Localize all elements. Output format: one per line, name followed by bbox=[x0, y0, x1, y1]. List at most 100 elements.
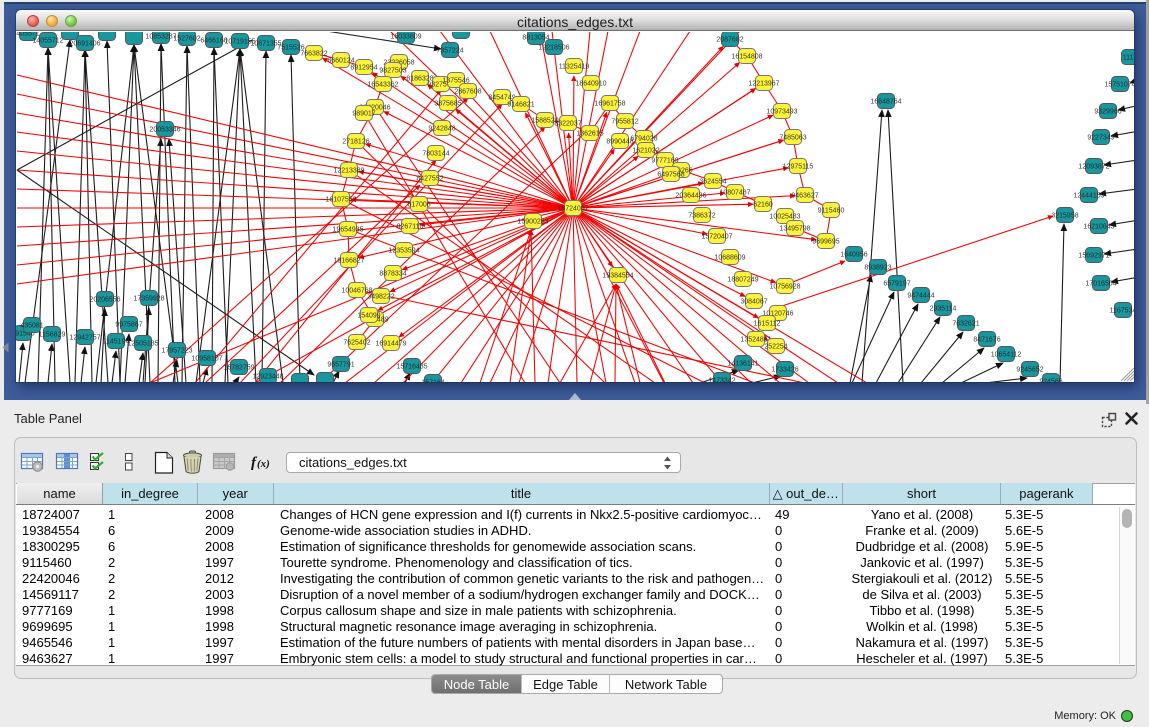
svg-text:13495798: 13495798 bbox=[779, 226, 810, 233]
svg-text:3498222: 3498222 bbox=[367, 294, 394, 301]
svg-text:3215958: 3215958 bbox=[1051, 213, 1078, 220]
svg-text:18807249: 18807249 bbox=[727, 277, 758, 284]
svg-text:19384554: 19384554 bbox=[602, 273, 633, 280]
svg-text:9827503: 9827503 bbox=[379, 68, 406, 75]
svg-text:15720407: 15720407 bbox=[701, 234, 732, 241]
svg-text:1156829: 1156829 bbox=[39, 332, 66, 339]
svg-text:2935114: 2935114 bbox=[930, 306, 957, 313]
svg-text:8912954: 8912954 bbox=[350, 65, 377, 72]
svg-text:435081: 435081 bbox=[20, 323, 43, 330]
svg-text:12213967: 12213967 bbox=[748, 81, 779, 88]
svg-text:9115460: 9115460 bbox=[818, 208, 845, 215]
svg-text:7625402: 7625402 bbox=[343, 340, 370, 347]
svg-text:9975867: 9975867 bbox=[115, 322, 142, 329]
svg-text:7663822: 7663822 bbox=[300, 51, 327, 58]
svg-text:18724007: 18724007 bbox=[557, 206, 588, 213]
svg-text:9227349: 9227349 bbox=[1087, 135, 1114, 142]
svg-text:8454749: 8454749 bbox=[488, 95, 515, 102]
svg-text:20691406: 20691406 bbox=[69, 41, 100, 48]
svg-text:3084067: 3084067 bbox=[740, 299, 767, 306]
svg-text:9245652: 9245652 bbox=[1016, 367, 1043, 374]
svg-text:252254: 252254 bbox=[764, 344, 787, 351]
svg-text:16543362: 16543362 bbox=[367, 82, 398, 89]
svg-text:17957223: 17957223 bbox=[161, 348, 192, 355]
svg-text:20206556: 20206556 bbox=[89, 297, 120, 304]
svg-text:9463627: 9463627 bbox=[791, 193, 818, 200]
svg-text:10958107: 10958107 bbox=[191, 356, 222, 363]
svg-text:2718126: 2718126 bbox=[342, 139, 369, 146]
svg-text:8878334: 8878334 bbox=[379, 271, 406, 278]
svg-text:8267110: 8267110 bbox=[397, 224, 424, 231]
svg-text:2867608: 2867608 bbox=[454, 89, 481, 96]
svg-text:12923448: 12923448 bbox=[252, 374, 283, 381]
svg-text:15716485: 15716485 bbox=[396, 364, 427, 371]
svg-text:924566: 924566 bbox=[1039, 379, 1062, 383]
svg-text:9242848: 9242848 bbox=[428, 126, 455, 133]
svg-text:10973493: 10973493 bbox=[766, 109, 797, 116]
svg-text:16961758: 16961758 bbox=[594, 101, 625, 108]
svg-text:10654112: 10654112 bbox=[991, 352, 1022, 359]
svg-text:16033809: 16033809 bbox=[390, 34, 421, 41]
svg-text:157164: 157164 bbox=[421, 380, 444, 383]
svg-text:7485063: 7485063 bbox=[779, 135, 806, 142]
svg-text:154099: 154099 bbox=[357, 313, 380, 320]
svg-text:7386372: 7386372 bbox=[688, 213, 715, 220]
svg-text:9699695: 9699695 bbox=[812, 239, 839, 246]
svg-text:19654935: 19654935 bbox=[332, 227, 363, 234]
svg-text:17016504: 17016504 bbox=[1085, 281, 1116, 288]
svg-text:7632621: 7632621 bbox=[952, 321, 979, 328]
svg-text:12505185: 12505185 bbox=[127, 341, 158, 348]
svg-text:13524861: 13524861 bbox=[740, 337, 771, 344]
svg-text:1117: 1117 bbox=[1123, 55, 1134, 62]
svg-text:6579197: 6579197 bbox=[883, 281, 910, 288]
svg-text:10853287: 10853287 bbox=[145, 34, 176, 41]
svg-text:9657791: 9657791 bbox=[327, 362, 354, 369]
svg-text:15900283: 15900283 bbox=[517, 219, 548, 226]
svg-text:2087682: 2087682 bbox=[716, 37, 743, 44]
svg-text:10807487: 10807487 bbox=[719, 190, 750, 197]
svg-text:12353594: 12353594 bbox=[388, 248, 419, 255]
svg-text:8813054: 8813054 bbox=[522, 35, 549, 42]
svg-text:19218506: 19218506 bbox=[538, 45, 569, 52]
svg-text:(x): (x) bbox=[257, 458, 270, 470]
svg-text:3624554: 3624554 bbox=[699, 179, 726, 186]
svg-text:8660124: 8660124 bbox=[327, 58, 354, 65]
svg-text:10688609: 10688609 bbox=[714, 255, 745, 262]
svg-text:20364436: 20364436 bbox=[675, 193, 706, 200]
svg-text:62160: 62160 bbox=[753, 202, 773, 209]
svg-text:19166827: 19166827 bbox=[333, 258, 364, 265]
svg-text:6794028: 6794028 bbox=[630, 136, 657, 143]
svg-text:1167534: 1167534 bbox=[1110, 308, 1134, 315]
svg-text:9474444: 9474444 bbox=[907, 293, 934, 300]
svg-text:617006: 617006 bbox=[407, 202, 430, 209]
svg-text:1527602: 1527602 bbox=[173, 36, 200, 43]
svg-text:8471676: 8471676 bbox=[973, 337, 1000, 344]
svg-text:16154808: 16154808 bbox=[731, 54, 762, 61]
svg-text:7955812: 7955812 bbox=[611, 119, 638, 126]
svg-text:7357224: 7357224 bbox=[436, 48, 463, 55]
svg-text:12213389: 12213389 bbox=[333, 168, 364, 175]
svg-text:14055712: 14055712 bbox=[32, 38, 63, 45]
svg-text:1362615: 1362615 bbox=[576, 131, 603, 138]
svg-text:20053346: 20053346 bbox=[149, 127, 180, 134]
svg-text:15692971: 15692971 bbox=[1078, 253, 1109, 260]
svg-text:16782759: 16782759 bbox=[223, 365, 254, 372]
svg-text:3875685: 3875685 bbox=[434, 101, 461, 108]
svg-text:8427552: 8427552 bbox=[416, 176, 443, 183]
svg-text:11325419: 11325419 bbox=[559, 64, 590, 71]
svg-text:1640956: 1640956 bbox=[840, 252, 867, 259]
svg-text:1733426: 1733426 bbox=[771, 367, 798, 374]
svg-text:989017: 989017 bbox=[352, 111, 375, 118]
svg-text:12975115: 12975115 bbox=[783, 164, 814, 171]
svg-text:15751074: 15751074 bbox=[1104, 82, 1134, 89]
svg-text:6497568: 6497568 bbox=[657, 172, 684, 179]
svg-text:16914479: 16914479 bbox=[375, 341, 406, 348]
svg-text:9146821: 9146821 bbox=[507, 102, 534, 109]
svg-text:1145194: 1145194 bbox=[103, 339, 130, 346]
svg-text:16210643: 16210643 bbox=[1083, 224, 1114, 231]
svg-text:9329966: 9329966 bbox=[1094, 109, 1121, 116]
svg-text:12942757: 12942757 bbox=[69, 335, 100, 342]
svg-text:1615112: 1615112 bbox=[754, 321, 781, 328]
svg-text:10756928: 10756928 bbox=[769, 284, 800, 291]
svg-text:16107552: 16107552 bbox=[325, 197, 356, 204]
